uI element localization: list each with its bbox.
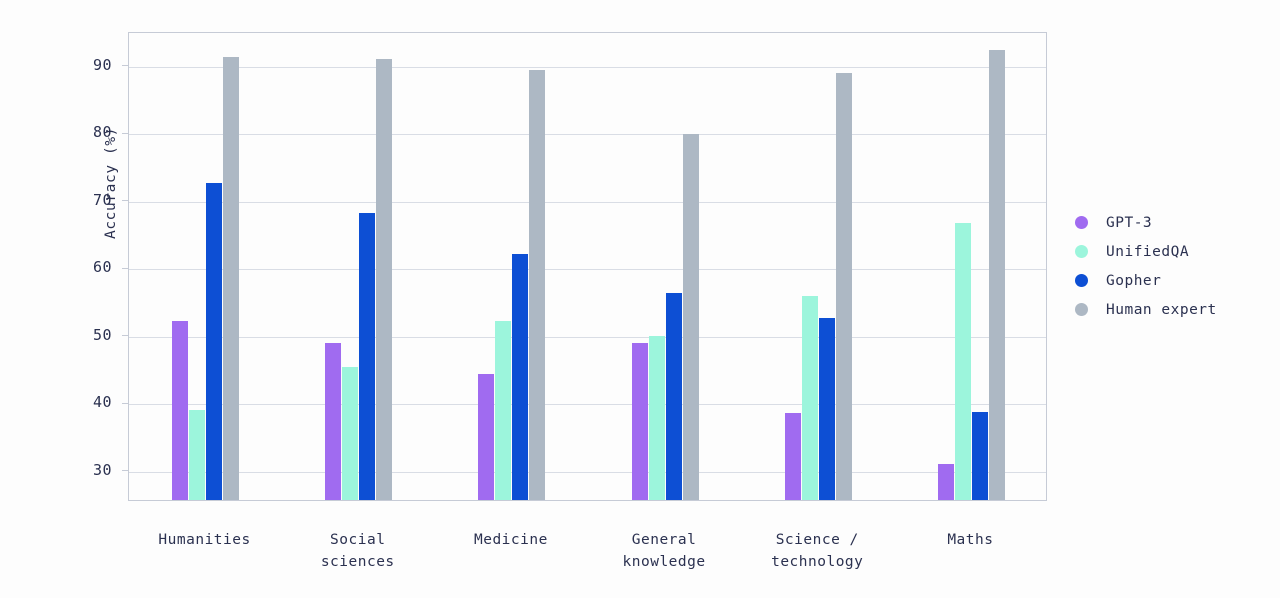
bar[interactable]: [648, 336, 665, 501]
legend-item[interactable]: UnifiedQA: [1075, 237, 1217, 266]
legend-item[interactable]: Gopher: [1075, 266, 1217, 295]
bar[interactable]: [937, 464, 954, 501]
gridline: [129, 471, 1046, 473]
bar[interactable]: [325, 343, 342, 501]
x-axis-tick-label: Maths: [947, 532, 994, 548]
legend-color-swatch-icon: [1075, 274, 1088, 287]
gridline: [129, 201, 1046, 203]
y-axis-tick-label: 60: [92, 258, 112, 277]
bar[interactable]: [206, 182, 223, 501]
legend-item-label: Human expert: [1106, 301, 1217, 318]
bar[interactable]: [342, 367, 359, 501]
y-axis-tick-mark: [122, 65, 128, 67]
y-axis-tick-mark: [122, 402, 128, 404]
y-axis-tick-mark: [122, 335, 128, 337]
bar[interactable]: [512, 254, 529, 501]
y-axis-tick-label: 30: [92, 460, 112, 479]
y-axis-tick-label: 90: [92, 55, 112, 74]
y-axis-tick-label: 80: [92, 123, 112, 142]
bar[interactable]: [988, 49, 1005, 501]
gridline: [129, 269, 1046, 271]
legend-item-label: Gopher: [1106, 272, 1162, 289]
bar[interactable]: [971, 412, 988, 501]
legend-item-label: UnifiedQA: [1106, 243, 1190, 260]
y-axis-tick-mark: [122, 469, 128, 472]
bar[interactable]: [189, 409, 206, 501]
gridline: [129, 336, 1046, 338]
legend-color-swatch-icon: [1075, 216, 1088, 229]
bar[interactable]: [529, 70, 546, 501]
bar[interactable]: [818, 318, 835, 501]
bar[interactable]: [495, 321, 512, 501]
legend-item[interactable]: GPT-3: [1075, 208, 1217, 237]
y-axis-tick-mark: [122, 132, 128, 134]
bar[interactable]: [801, 295, 818, 501]
bar[interactable]: [835, 72, 852, 501]
bar[interactable]: [665, 292, 682, 501]
bar[interactable]: [682, 134, 699, 501]
bar[interactable]: [172, 321, 189, 501]
bar[interactable]: [631, 343, 648, 501]
gridline: [129, 404, 1046, 406]
y-axis-tick-label: 50: [92, 325, 112, 344]
y-axis-tick-label: 40: [92, 393, 112, 412]
legend-color-swatch-icon: [1075, 303, 1088, 316]
bar[interactable]: [359, 213, 376, 501]
legend-item-label: GPT-3: [1106, 214, 1153, 231]
legend-color-swatch-icon: [1075, 245, 1088, 258]
plot-area: [128, 32, 1047, 501]
gridline: [129, 66, 1046, 68]
bar[interactable]: [954, 223, 971, 501]
bar[interactable]: [478, 373, 495, 501]
chart-legend: GPT-3 UnifiedQA Gopher Human expert: [1075, 208, 1217, 324]
y-axis-tick-mark: [122, 200, 128, 202]
y-axis-title: Accuracy (%): [103, 127, 119, 239]
bar[interactable]: [376, 59, 393, 501]
y-axis-tick-label: 70: [92, 190, 112, 209]
chart-figure: Accuracy (%) 30 40 50 60 70 80 90 Humanities So…: [0, 0, 1280, 598]
bar[interactable]: [784, 412, 801, 501]
y-axis-tick-mark: [122, 267, 128, 269]
bar[interactable]: [223, 56, 240, 501]
legend-item[interactable]: Human expert: [1075, 295, 1217, 324]
gridline: [129, 134, 1046, 136]
